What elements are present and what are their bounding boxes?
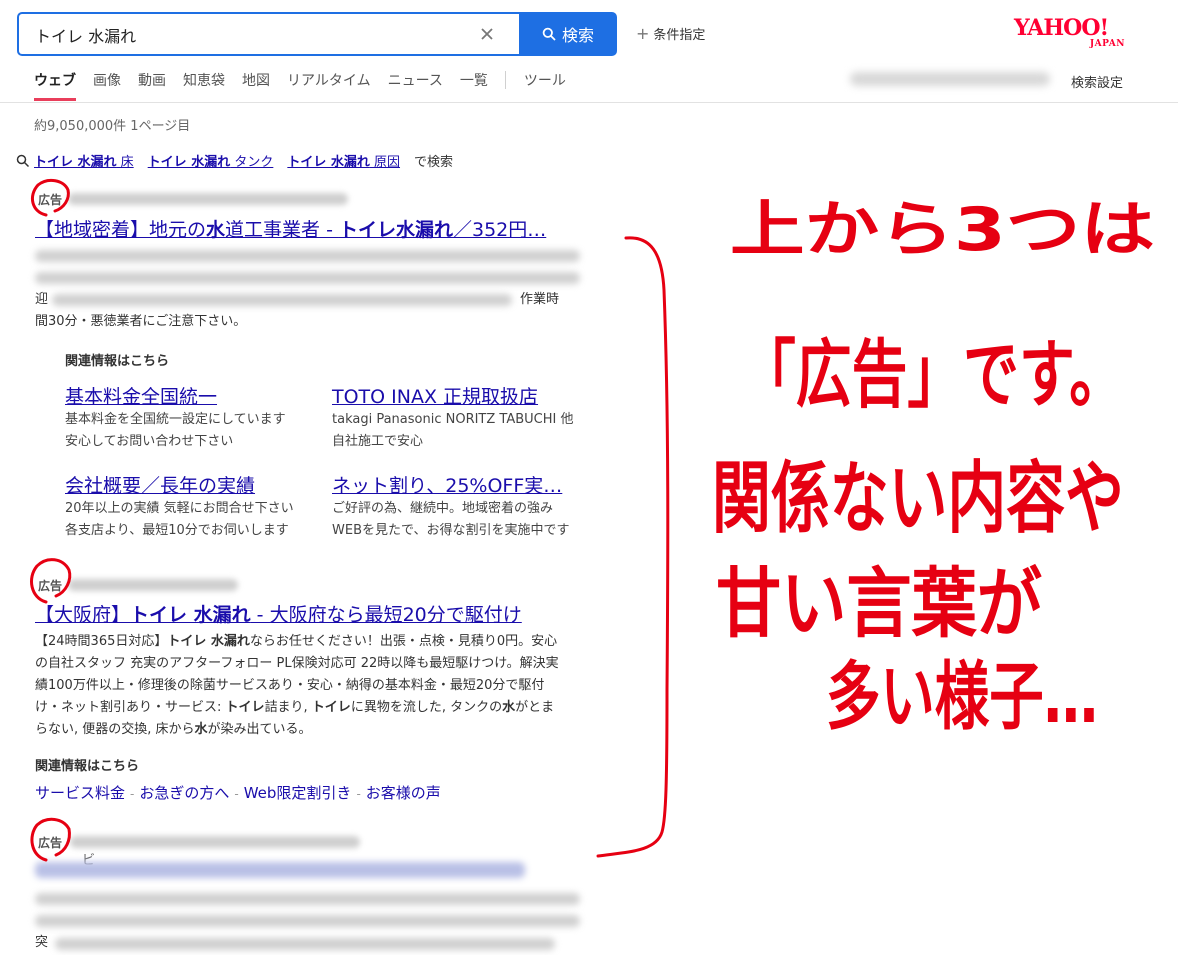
ad-description-blurred	[35, 915, 580, 927]
result-count: 約9,050,000件 1ページ目	[34, 119, 191, 134]
related-searches: トイレ 水漏れ 床 トイレ 水漏れ タンク トイレ 水漏れ 原因 で検索	[16, 151, 453, 170]
ad-title-link[interactable]: 【地域密着】地元の水道工事業者 - トイレ水漏れ／352円…	[35, 215, 546, 242]
search-button[interactable]: 検索	[519, 12, 617, 56]
annotation-bracket	[596, 236, 670, 858]
ad-description-blurred	[35, 893, 580, 905]
search-icon	[16, 154, 30, 167]
related-search-suffix: で検索	[414, 155, 454, 170]
ad-description-blurred	[55, 938, 555, 950]
ad-label: 広告	[38, 836, 63, 850]
ad-title-blurred[interactable]	[35, 862, 525, 878]
logo-sub: JAPAN	[1089, 39, 1125, 49]
ad-inline-link[interactable]: サービス料金	[35, 784, 125, 802]
tab-realtime[interactable]: リアルタイム	[287, 70, 371, 101]
ad-sublink-desc: WEBを見たで、お得な割引を実施中です	[332, 523, 570, 538]
related-search-link[interactable]: トイレ 水漏れ タンク	[148, 151, 274, 170]
ad-sublink[interactable]: 会社概要／長年の実績	[65, 471, 255, 498]
ad-description-blurred	[35, 250, 580, 262]
ad-description: 間30分・悪徳業者にご注意下さい。	[35, 314, 247, 329]
annotation-line: 上から3つは	[730, 195, 1155, 265]
related-search-link[interactable]: トイレ 水漏れ 原因	[287, 151, 400, 170]
tab-chiebukuro[interactable]: 知恵袋	[183, 70, 225, 101]
search-button-label: 検索	[561, 26, 594, 45]
related-info-heading: 関連情報はこちら	[65, 354, 170, 369]
ad-url-blurred	[68, 193, 348, 205]
ad-label: 広告	[38, 579, 63, 593]
search-input[interactable]	[35, 22, 475, 48]
ad-sublink-desc: 安心してお問い合わせ下さい	[65, 434, 234, 449]
ad-url-blurred	[68, 579, 238, 591]
tab-videos[interactable]: 動画	[138, 70, 166, 101]
tab-maps[interactable]: 地図	[242, 70, 270, 101]
ad-description-fragment: 迎	[35, 292, 49, 307]
ad-description-blurred	[52, 294, 512, 306]
ad-inline-link[interactable]: お客様の声	[366, 784, 441, 802]
related-info-heading: 関連情報はこちら	[35, 759, 140, 774]
ad-inline-links: サービス料金 - お急ぎの方へ - Web限定割引き - お客様の声	[35, 784, 441, 802]
ad-title-link[interactable]: 【大阪府】トイレ 水漏れ - 大阪府なら最短20分で駆付け	[35, 600, 522, 627]
annotation-line: 「広告」です。	[740, 332, 1125, 418]
search-tabs: ウェブ 画像 動画 知恵袋 地図 リアルタイム ニュース 一覧 ツール	[34, 70, 583, 103]
tab-list[interactable]: 一覧	[460, 70, 488, 101]
ad-label: 広告	[38, 193, 63, 207]
tab-news[interactable]: ニュース	[388, 70, 443, 101]
conditions-link[interactable]: + 条件指定	[636, 24, 705, 43]
ad-sublink[interactable]: ネット割り、25%OFF実…	[332, 471, 562, 498]
ad-url-blurred	[70, 836, 360, 848]
ad-sublink-desc: 各支店より、最短10分でお伺いします	[65, 523, 289, 538]
ad-inline-link[interactable]: Web限定割引き	[244, 784, 352, 802]
tab-tools[interactable]: ツール	[524, 70, 566, 101]
search-form: 検索	[17, 12, 617, 56]
annotation-line: 多い様子…	[826, 654, 1098, 740]
tab-web[interactable]: ウェブ	[34, 70, 76, 101]
logo-text: YAHOO!	[1014, 15, 1109, 41]
related-search-link[interactable]: トイレ 水漏れ 床	[34, 151, 134, 170]
account-area-blurred	[850, 72, 1050, 86]
search-box	[17, 12, 520, 56]
ad-description: 【24時間365日対応】トイレ 水漏れならお任せください！出張・点検・見積り0円…	[35, 634, 559, 737]
plus-icon: +	[636, 23, 650, 43]
ad-description-fragment: 作業時	[520, 292, 560, 307]
header-divider	[0, 102, 1178, 103]
ad-description-fragment: 突	[35, 935, 49, 950]
ad-sublink-desc: 自社施工で安心	[332, 434, 424, 449]
annotation-line: 関係ない内容や	[712, 454, 1124, 544]
ad-sublink-desc: takagi Panasonic NORITZ TABUCHI 他	[332, 412, 574, 427]
ad-sublink-desc: 基本料金を全国統一設定にしています	[65, 412, 286, 427]
ad-inline-link[interactable]: お急ぎの方へ	[139, 784, 229, 802]
conditions-label: 条件指定	[653, 28, 706, 43]
tab-images[interactable]: 画像	[93, 70, 121, 101]
tab-divider	[504, 71, 506, 89]
ad-sublink[interactable]: TOTO INAX 正規取扱店	[332, 382, 538, 409]
ad-sublink[interactable]: 基本料金全国統一	[65, 382, 217, 409]
ad-sublink-desc: ご好評の為、継続中。地域密着の強み	[332, 501, 554, 516]
clear-icon[interactable]	[478, 25, 496, 43]
annotation-line: 甘い言葉が	[716, 559, 1042, 648]
ad-sublink-desc: 20年以上の実績 気軽にお問合せ下さい	[65, 501, 294, 516]
search-icon	[542, 27, 556, 41]
yahoo-logo[interactable]: YAHOO! JAPAN	[1014, 17, 1129, 51]
search-settings-link[interactable]: 検索設定	[1071, 72, 1123, 91]
ad-description-blurred	[35, 272, 580, 284]
